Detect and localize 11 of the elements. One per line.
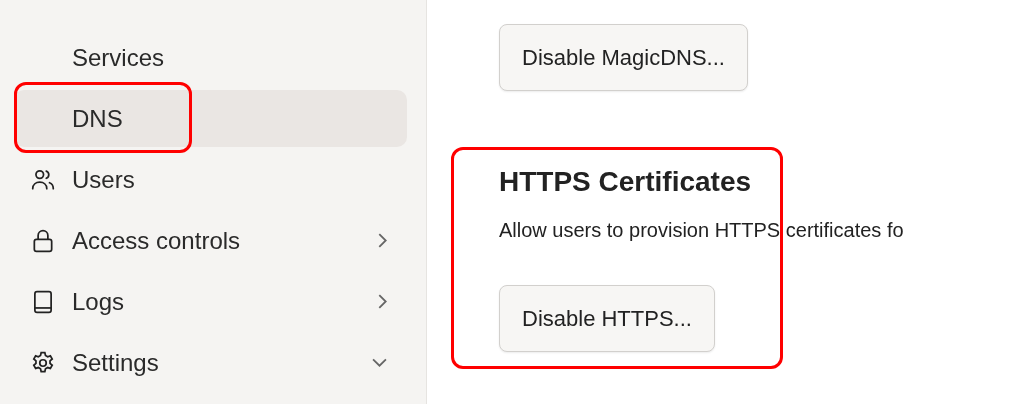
lock-icon [30,227,56,254]
sidebar-item[interactable]: Access controls [14,212,407,269]
sidebar-item[interactable]: Logs [14,273,407,330]
section-title: HTTPS Certificates [499,165,753,199]
sidebar-item[interactable]: Settings [14,334,407,391]
disable-magicdns-button[interactable]: Disable MagicDNS... [499,24,748,91]
sidebar-item[interactable]: Users [14,151,407,208]
sidebar-item[interactable]: DNS [14,90,407,147]
disable-https-button[interactable]: Disable HTTPS... [499,284,715,352]
section-description: Allow users to provision HTTPS certificates fo [499,217,905,243]
sidebar-item[interactable]: Services [14,29,407,86]
